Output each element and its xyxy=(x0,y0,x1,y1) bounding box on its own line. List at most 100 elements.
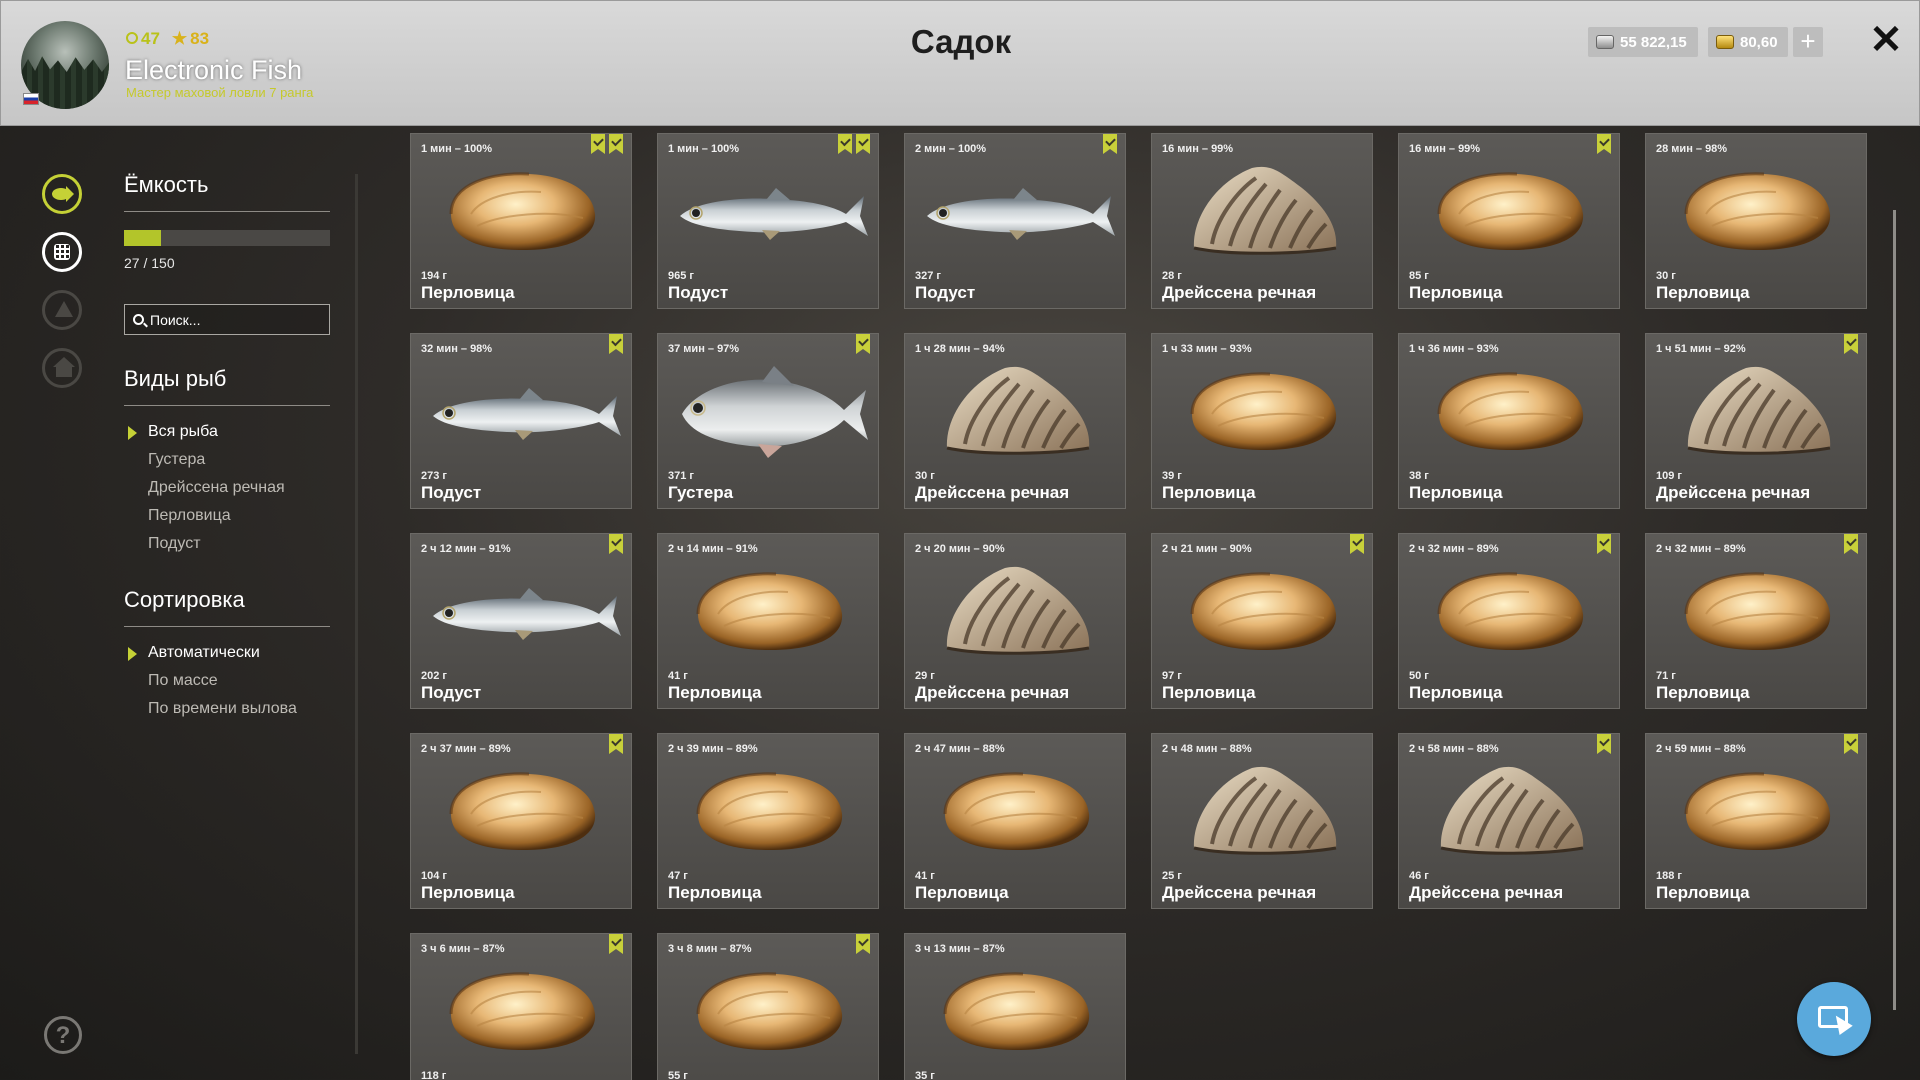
star-icon: ★ xyxy=(171,29,188,48)
catch-card[interactable]: 16 мин – 99% 28 г Дрейссена речная xyxy=(1151,133,1373,309)
species-filter-item[interactable]: Густера xyxy=(124,448,285,476)
catch-weight: 30 г xyxy=(915,470,935,482)
catch-weight: 35 г xyxy=(915,1070,935,1080)
shellfish-image xyxy=(1399,552,1621,670)
catch-weight: 188 г xyxy=(1656,870,1682,882)
catch-time: 2 ч 59 мин – 88% xyxy=(1656,743,1746,755)
catch-weight: 46 г xyxy=(1409,870,1429,882)
catch-name: Дрейссена речная xyxy=(1162,283,1317,302)
shellfish-image xyxy=(658,952,880,1070)
catch-card[interactable]: 3 ч 8 мин – 87%55 гПерловица xyxy=(657,933,879,1080)
help-button[interactable]: ? xyxy=(44,1016,82,1054)
catch-card[interactable]: 1 ч 51 мин – 92% 109 г Дрейссена речная xyxy=(1645,333,1867,509)
catch-card[interactable]: 37 мин – 97% 371 г Густера xyxy=(657,333,879,509)
divider xyxy=(124,626,330,627)
catch-card[interactable]: 2 ч 39 мин – 89% 47 г Перловица xyxy=(657,733,879,909)
catch-card[interactable]: 1 ч 36 мин – 93% 38 г Перловица xyxy=(1398,333,1620,509)
checkmark-bookmark-icon xyxy=(1597,734,1611,754)
shellfish-image xyxy=(1646,152,1868,270)
rating-value: 83 xyxy=(190,29,210,48)
keepnet-icon[interactable] xyxy=(42,232,82,272)
sort-title: Сортировка xyxy=(124,587,245,612)
catch-card[interactable]: 2 ч 47 мин – 88% 41 г Перловица xyxy=(904,733,1126,909)
species-filter-item[interactable]: Вся рыба xyxy=(124,420,285,448)
catch-card[interactable]: 3 ч 13 мин – 87%35 гПерловица xyxy=(904,933,1126,1080)
checkmark-bookmark-icon xyxy=(609,534,623,554)
catch-card[interactable]: 1 ч 28 мин – 94% 30 г Дрейссена речная xyxy=(904,333,1126,509)
catch-time: 37 мин – 97% xyxy=(668,343,740,355)
species-filter-item[interactable]: Перловица xyxy=(124,504,285,532)
catch-card[interactable]: 2 мин – 100% 327 г Подуст xyxy=(904,133,1126,309)
add-currency-button[interactable]: + xyxy=(1793,27,1823,57)
sort-option-item[interactable]: По времени вылова xyxy=(124,697,297,725)
catch-card[interactable]: 2 ч 48 мин – 88% 25 г Дрейссена речная xyxy=(1151,733,1373,909)
catch-name: Перловица xyxy=(421,283,515,302)
catch-card[interactable]: 3 ч 6 мин – 87%118 гПерловица xyxy=(410,933,632,1080)
shellfish-image xyxy=(1646,352,1868,470)
catch-name: Перловица xyxy=(421,883,515,902)
catch-time: 3 ч 6 мин – 87% xyxy=(421,943,505,955)
catch-card[interactable]: 2 ч 59 мин – 88% 188 г Перловица xyxy=(1645,733,1867,909)
player-rating: ★ 83 xyxy=(172,29,209,49)
cursor-mode-button[interactable] xyxy=(1797,982,1871,1056)
shellfish-image xyxy=(1152,552,1374,670)
catch-weight: 118 г xyxy=(421,1070,447,1080)
checkmark-bookmark-icon xyxy=(1597,534,1611,554)
search-box[interactable] xyxy=(124,304,330,335)
catch-weight: 97 г xyxy=(1162,670,1182,682)
catch-card[interactable]: 1 мин – 100% 965 г Подуст xyxy=(657,133,879,309)
catch-card[interactable]: 2 ч 12 мин – 91% 202 г Подуст xyxy=(410,533,632,709)
checkmark-bookmark-icon xyxy=(1844,734,1858,754)
search-input[interactable] xyxy=(150,311,320,328)
catch-name: Перловица xyxy=(1656,883,1750,902)
fish-icon[interactable] xyxy=(42,174,82,214)
sort-option-item[interactable]: Автоматически xyxy=(124,641,297,669)
home-icon[interactable] xyxy=(42,348,82,388)
checkmark-bookmark-icon xyxy=(609,134,623,154)
divider xyxy=(124,211,330,212)
catch-card[interactable]: 2 ч 14 мин – 91% 41 г Перловица xyxy=(657,533,879,709)
shellfish-image xyxy=(905,952,1127,1070)
catch-card[interactable]: 16 мин – 99% 85 г Перловица xyxy=(1398,133,1620,309)
catch-weight: 47 г xyxy=(668,870,688,882)
catch-card[interactable]: 2 ч 37 мин – 89% 104 г Перловица xyxy=(410,733,632,909)
shellfish-image xyxy=(411,952,633,1070)
catch-weight: 41 г xyxy=(915,870,935,882)
sort-option-item[interactable]: По массе xyxy=(124,669,297,697)
catch-card[interactable]: 1 мин – 100% 194 г Перловица xyxy=(410,133,632,309)
player-name: Electronic Fish xyxy=(125,55,303,85)
catch-card[interactable]: 2 ч 58 мин – 88% 46 г Дрейссена речная xyxy=(1398,733,1620,909)
checkmark-bookmark-icon xyxy=(591,134,605,154)
catch-time: 2 ч 12 мин – 91% xyxy=(421,543,511,555)
species-title: Виды рыб xyxy=(124,366,227,391)
species-filter-item[interactable]: Подуст xyxy=(124,532,285,560)
checkmark-bookmark-icon xyxy=(856,134,870,154)
catch-card[interactable]: 2 ч 32 мин – 89% 50 г Перловица xyxy=(1398,533,1620,709)
catch-time: 1 ч 33 мин – 93% xyxy=(1162,343,1252,355)
gold-coin-icon xyxy=(1716,35,1734,49)
divider xyxy=(124,405,330,406)
catch-card[interactable]: 28 мин – 98% 30 г Перловица xyxy=(1645,133,1867,309)
camp-icon[interactable] xyxy=(42,290,82,330)
catch-weight: 194 г xyxy=(421,270,447,282)
checkmark-bookmark-icon xyxy=(609,734,623,754)
catch-name: Перловица xyxy=(1656,283,1750,302)
checkmark-bookmark-icon xyxy=(1597,134,1611,154)
shellfish-image xyxy=(1152,752,1374,870)
catch-card[interactable]: 2 ч 32 мин – 89% 71 г Перловица xyxy=(1645,533,1867,709)
catch-time: 2 ч 21 мин – 90% xyxy=(1162,543,1252,555)
close-button[interactable]: ✕ xyxy=(1865,19,1907,61)
catch-card[interactable]: 2 ч 20 мин – 90% 29 г Дрейссена речная xyxy=(904,533,1126,709)
scrollbar[interactable] xyxy=(1893,210,1896,1010)
shellfish-image xyxy=(1152,152,1374,270)
catch-time: 2 ч 32 мин – 89% xyxy=(1656,543,1746,555)
catch-weight: 965 г xyxy=(668,270,694,282)
catch-card[interactable]: 32 мин – 98% 273 г Подуст xyxy=(410,333,632,509)
shellfish-image xyxy=(658,752,880,870)
catch-card[interactable]: 2 ч 21 мин – 90% 97 г Перловица xyxy=(1151,533,1373,709)
species-filter-item[interactable]: Дрейссена речная xyxy=(124,476,285,504)
catch-time: 1 мин – 100% xyxy=(421,143,493,155)
player-rank: Мастер маховой ловли 7 ранга xyxy=(126,85,314,100)
catch-card[interactable]: 1 ч 33 мин – 93% 39 г Перловица xyxy=(1151,333,1373,509)
checkmark-bookmark-icon xyxy=(1844,534,1858,554)
